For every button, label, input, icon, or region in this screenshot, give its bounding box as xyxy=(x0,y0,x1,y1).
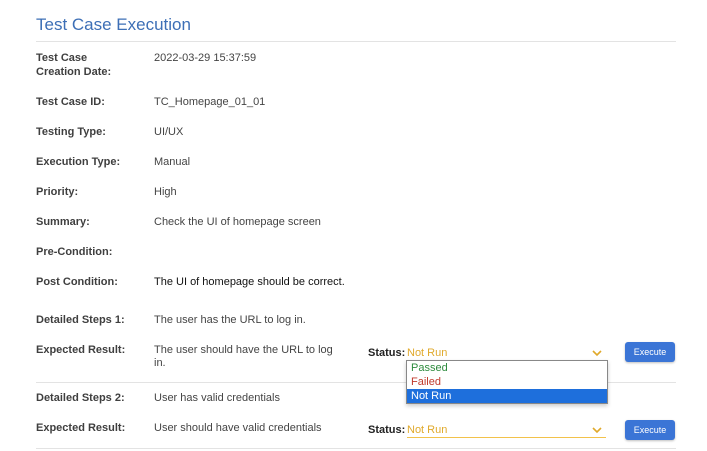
pre-condition-label: Pre-Condition: xyxy=(36,246,113,258)
status-option-failed[interactable]: Failed xyxy=(407,375,607,389)
status-1-select[interactable]: Not Run xyxy=(407,346,606,361)
test-case-id-value: TC_Homepage_01_01 xyxy=(154,96,266,108)
creation-date-value: 2022-03-29 15:37:59 xyxy=(154,52,257,64)
detailed-steps-1-value: The user has the URL to log in. xyxy=(154,314,306,326)
testing-type-label: Testing Type: xyxy=(36,126,106,138)
detailed-steps-1-label: Detailed Steps 1: xyxy=(36,314,125,326)
expected-result-2-value: User should have valid credentials xyxy=(154,422,322,434)
test-case-id-label: Test Case ID: xyxy=(36,96,105,108)
page-title: Test Case Execution xyxy=(36,15,191,34)
post-condition-value: The UI of homepage should be correct. xyxy=(154,276,345,288)
execute-button-2[interactable]: Execute xyxy=(625,420,675,440)
title-divider xyxy=(36,41,676,42)
status-1-select-value: Not Run xyxy=(407,347,448,359)
detailed-steps-2-value: User has valid credentials xyxy=(154,392,280,404)
status-1-dropdown: Passed Failed Not Run xyxy=(406,360,608,404)
status-option-not-run[interactable]: Not Run xyxy=(407,389,607,403)
testing-type-value: UI/UX xyxy=(154,126,184,138)
expected-result-2-label: Expected Result: xyxy=(36,422,126,434)
summary-value: Check the UI of homepage screen xyxy=(154,216,321,228)
summary-label: Summary: xyxy=(36,216,90,228)
priority-label: Priority: xyxy=(36,186,79,198)
detailed-steps-2-label: Detailed Steps 2: xyxy=(36,392,125,404)
expected-result-1-line2: in. xyxy=(154,357,166,369)
chevron-down-icon xyxy=(592,427,602,434)
expected-result-1-label: Expected Result: xyxy=(36,344,126,356)
creation-date-label-line2: Creation Date: xyxy=(36,66,112,78)
execution-type-value: Manual xyxy=(154,156,191,168)
step-2-divider xyxy=(36,448,676,449)
status-2-select-value: Not Run xyxy=(407,424,448,436)
status-1-label: Status: xyxy=(368,347,406,359)
creation-date-label-line1: Test Case xyxy=(36,52,88,64)
expected-result-1-line1: The user should have the URL to log xyxy=(154,344,333,356)
status-option-passed[interactable]: Passed xyxy=(407,361,607,375)
execution-type-label: Execution Type: xyxy=(36,156,121,168)
status-2-select[interactable]: Not Run xyxy=(407,423,606,438)
priority-value: High xyxy=(154,186,177,198)
chevron-down-icon xyxy=(592,350,602,357)
status-2-label: Status: xyxy=(368,424,406,436)
execute-button-1[interactable]: Execute xyxy=(625,342,675,362)
post-condition-label: Post Condition: xyxy=(36,276,118,288)
